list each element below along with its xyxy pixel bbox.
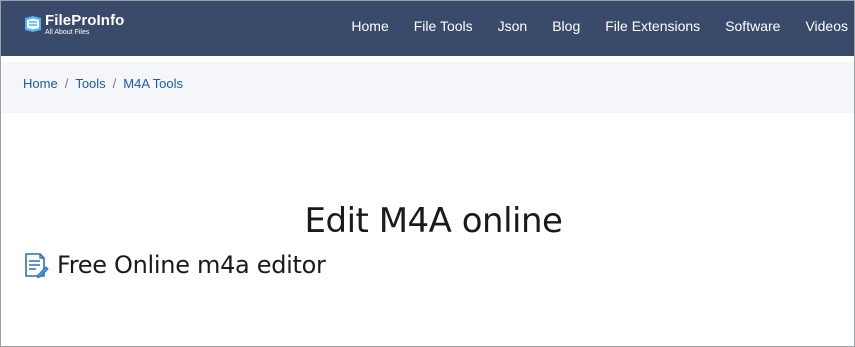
main-nav: Home File Tools Json Blog File Extension… bbox=[326, 1, 848, 51]
nav-json[interactable]: Json bbox=[498, 18, 528, 34]
breadcrumb-separator: / bbox=[64, 76, 69, 91]
nav-software[interactable]: Software bbox=[725, 18, 780, 34]
breadcrumb-home[interactable]: Home bbox=[23, 76, 58, 91]
section-title: Free Online m4a editor bbox=[57, 251, 326, 279]
breadcrumb-separator: / bbox=[112, 76, 117, 91]
nav-file-extensions[interactable]: File Extensions bbox=[605, 18, 700, 34]
logo-name: FileProInfo bbox=[45, 12, 125, 29]
nav-videos[interactable]: Videos bbox=[805, 18, 848, 34]
breadcrumb: Home / Tools / M4A Tools bbox=[23, 76, 183, 91]
page-frame: FileProInfo All About Files Home File To… bbox=[0, 0, 855, 347]
breadcrumb-m4a-tools[interactable]: M4A Tools bbox=[123, 76, 183, 91]
section-heading: Free Online m4a editor bbox=[23, 251, 326, 279]
page-title: Edit M4A online bbox=[304, 201, 563, 241]
nav-file-tools[interactable]: File Tools bbox=[414, 18, 473, 34]
logo-tagline: All About Files bbox=[45, 29, 90, 36]
document-edit-icon bbox=[23, 251, 49, 279]
site-logo[interactable]: FileProInfo All About Files bbox=[23, 13, 124, 45]
breadcrumb-bar: Home / Tools / M4A Tools bbox=[1, 62, 854, 113]
breadcrumb-tools[interactable]: Tools bbox=[75, 76, 105, 91]
nav-blog[interactable]: Blog bbox=[552, 18, 580, 34]
nav-home[interactable]: Home bbox=[351, 18, 388, 34]
logo-mark-icon bbox=[23, 15, 43, 33]
top-navigation-bar: FileProInfo All About Files Home File To… bbox=[1, 1, 854, 56]
